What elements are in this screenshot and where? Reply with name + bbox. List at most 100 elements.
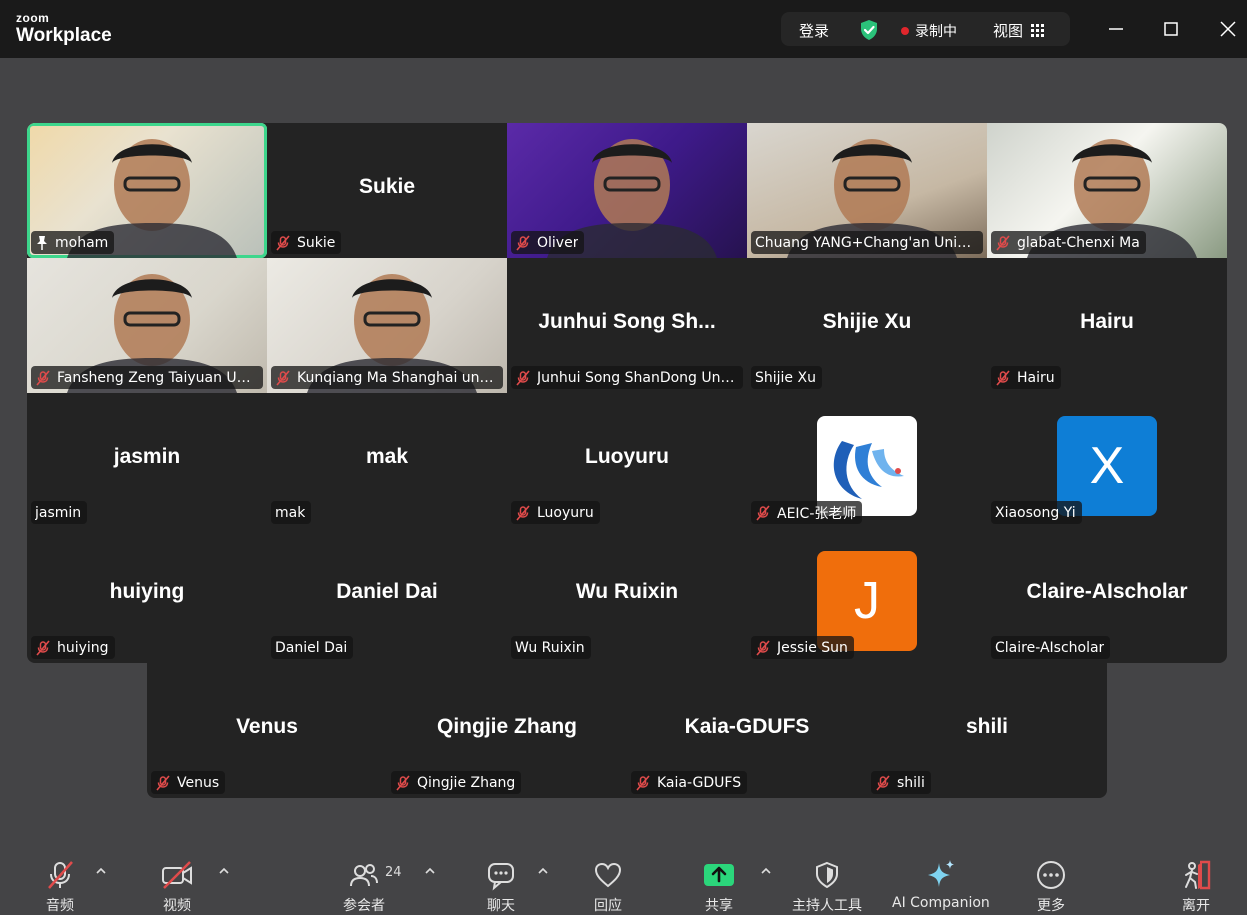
participant-tile[interactable]: J Jessie Sun: [747, 528, 987, 663]
participant-name-tag: Shijie Xu: [751, 366, 822, 389]
participant-display-name: Qingjie Zhang: [437, 715, 577, 738]
participants-count: 24: [385, 865, 402, 880]
participant-tile[interactable]: mak mak: [267, 393, 507, 528]
participant-tile[interactable]: huiying huiying: [27, 528, 267, 663]
ai-companion-button[interactable]: AI Companion: [892, 858, 990, 911]
recording-label: 录制中: [915, 24, 957, 40]
record-dot-icon: [901, 27, 909, 35]
participant-label: Shijie Xu: [755, 369, 816, 386]
participant-tile[interactable]: jasmin jasmin: [27, 393, 267, 528]
participant-label: Qingjie Zhang: [417, 774, 516, 791]
participant-tile[interactable]: Wu Ruixin Wu Ruixin: [507, 528, 747, 663]
participant-tile[interactable]: Hairu Hairu: [987, 258, 1227, 393]
participant-tile[interactable]: Shijie Xu Shijie Xu: [747, 258, 987, 393]
participant-tile[interactable]: shili shili: [867, 663, 1107, 798]
close-icon[interactable]: [1217, 18, 1239, 40]
leave-label: 离开: [1182, 898, 1210, 914]
participant-name-tag: Claire-AIscholar: [991, 636, 1111, 659]
chat-options-caret-icon[interactable]: [537, 866, 549, 876]
participant-tile[interactable]: Venus Venus: [147, 663, 387, 798]
participant-name-tag: Kaia-GDUFS: [631, 771, 748, 794]
participant-label: Chuang YANG+Chang'an Unive...: [755, 234, 977, 251]
video-options-caret-icon[interactable]: [218, 866, 230, 876]
muted-mic-icon: [516, 504, 530, 521]
participant-name-tag: Luoyuru: [511, 501, 600, 524]
muted-mic-icon: [996, 369, 1010, 386]
host-shield-icon: [816, 861, 838, 889]
participant-label: mak: [275, 504, 306, 521]
pin-icon: [37, 235, 47, 250]
participants-options-caret-icon[interactable]: [424, 866, 436, 876]
audio-button[interactable]: 音频: [44, 858, 76, 915]
participant-display-name: Daniel Dai: [336, 580, 438, 603]
participant-tile[interactable]: moham: [27, 123, 267, 258]
leave-button[interactable]: 离开: [1180, 858, 1212, 915]
more-icon: [1037, 861, 1065, 889]
participant-tile[interactable]: Chuang YANG+Chang'an Unive...: [747, 123, 987, 258]
participant-name-tag: Daniel Dai: [271, 636, 354, 659]
participant-display-name: Luoyuru: [585, 445, 669, 468]
participants-button[interactable]: 参会者: [340, 858, 388, 915]
participant-display-name: Shijie Xu: [822, 310, 912, 333]
muted-mic-icon: [516, 234, 530, 251]
audio-options-caret-icon[interactable]: [95, 866, 107, 876]
muted-mic-icon: [156, 774, 170, 791]
host-tools-button[interactable]: 主持人工具: [792, 858, 862, 915]
participant-display-name: Kaia-GDUFS: [684, 715, 810, 738]
participant-tile[interactable]: Junhui Song Sh... Junhui Song ShanDong Un…: [507, 258, 747, 393]
video-button[interactable]: 视频: [160, 858, 194, 915]
participant-tile[interactable]: Kunqiang Ma Shanghai univ...: [267, 258, 507, 393]
participant-tile[interactable]: Sukie Sukie: [267, 123, 507, 258]
video-gallery: moham Sukie Sukie Oliver Chuang YANG+Chang'a…: [27, 123, 1227, 663]
chat-button[interactable]: 聊天: [485, 858, 517, 915]
share-options-caret-icon[interactable]: [760, 866, 772, 876]
participant-tile[interactable]: Fansheng Zeng Taiyuan Univ...: [27, 258, 267, 393]
meeting-toolbar: 音频 视频 参会者 24 聊天 回应 共享 主持人工具 AI Companion…: [0, 850, 1247, 915]
maximize-icon[interactable]: [1160, 18, 1182, 40]
participant-tile[interactable]: Luoyuru Luoyuru: [507, 393, 747, 528]
participant-label: Claire-AIscholar: [995, 639, 1105, 656]
participant-tile[interactable]: Daniel Dai Daniel Dai: [267, 528, 507, 663]
muted-mic-icon: [276, 369, 290, 386]
participant-name-tag: Jessie Sun: [751, 636, 854, 659]
participant-name-tag: Qingjie Zhang: [391, 771, 522, 794]
participant-tile[interactable]: Kaia-GDUFS Kaia-GDUFS: [627, 663, 867, 798]
participant-label: Xiaosong Yi: [995, 504, 1076, 521]
react-label: 回应: [594, 898, 622, 914]
participant-name-tag: jasmin: [31, 501, 88, 524]
participant-label: Junhui Song ShanDong Univ...: [537, 369, 737, 386]
participant-name-tag: Sukie: [271, 231, 342, 254]
participant-label: Oliver: [537, 234, 579, 251]
participant-name-tag: Wu Ruixin: [511, 636, 591, 659]
participant-tile[interactable]: Qingjie Zhang Qingjie Zhang: [387, 663, 627, 798]
react-button[interactable]: 回应: [592, 858, 624, 915]
participant-display-name: Wu Ruixin: [575, 580, 679, 603]
participant-label: huiying: [57, 639, 109, 656]
participant-display-name: huiying: [109, 580, 185, 603]
participant-name-tag: Kunqiang Ma Shanghai univ...: [271, 366, 503, 389]
more-button[interactable]: 更多: [1035, 858, 1067, 915]
participant-label: Hairu: [1017, 369, 1055, 386]
minimize-icon[interactable]: [1105, 18, 1127, 40]
participant-tile[interactable]: X Xiaosong Yi: [987, 393, 1227, 528]
participant-tile[interactable]: AEIC-张老师: [747, 393, 987, 528]
login-button[interactable]: 登录: [799, 20, 829, 41]
muted-mic-icon: [396, 774, 410, 791]
muted-mic-icon: [996, 234, 1010, 251]
participant-display-name: Hairu: [1080, 310, 1134, 333]
participant-display-name: Sukie: [358, 175, 416, 198]
participants-label: 参会者: [343, 898, 385, 914]
sparkle-icon: [927, 860, 954, 887]
participant-name-tag: shili: [871, 771, 931, 794]
participant-tile[interactable]: glabat-Chenxi Ma: [987, 123, 1227, 258]
share-button[interactable]: 共享: [703, 858, 735, 915]
participant-tile[interactable]: Claire-AIscholar Claire-AIscholar: [987, 528, 1227, 663]
participant-name-tag: Venus: [151, 771, 226, 794]
participant-tile[interactable]: Oliver: [507, 123, 747, 258]
muted-mic-icon: [516, 369, 530, 386]
participant-label: Fansheng Zeng Taiyuan Univ...: [57, 369, 257, 386]
leave-icon: [1185, 860, 1211, 890]
recording-indicator[interactable]: 录制中: [901, 21, 957, 41]
security-shield-icon[interactable]: [859, 19, 879, 45]
view-button[interactable]: 视图: [993, 20, 1045, 41]
